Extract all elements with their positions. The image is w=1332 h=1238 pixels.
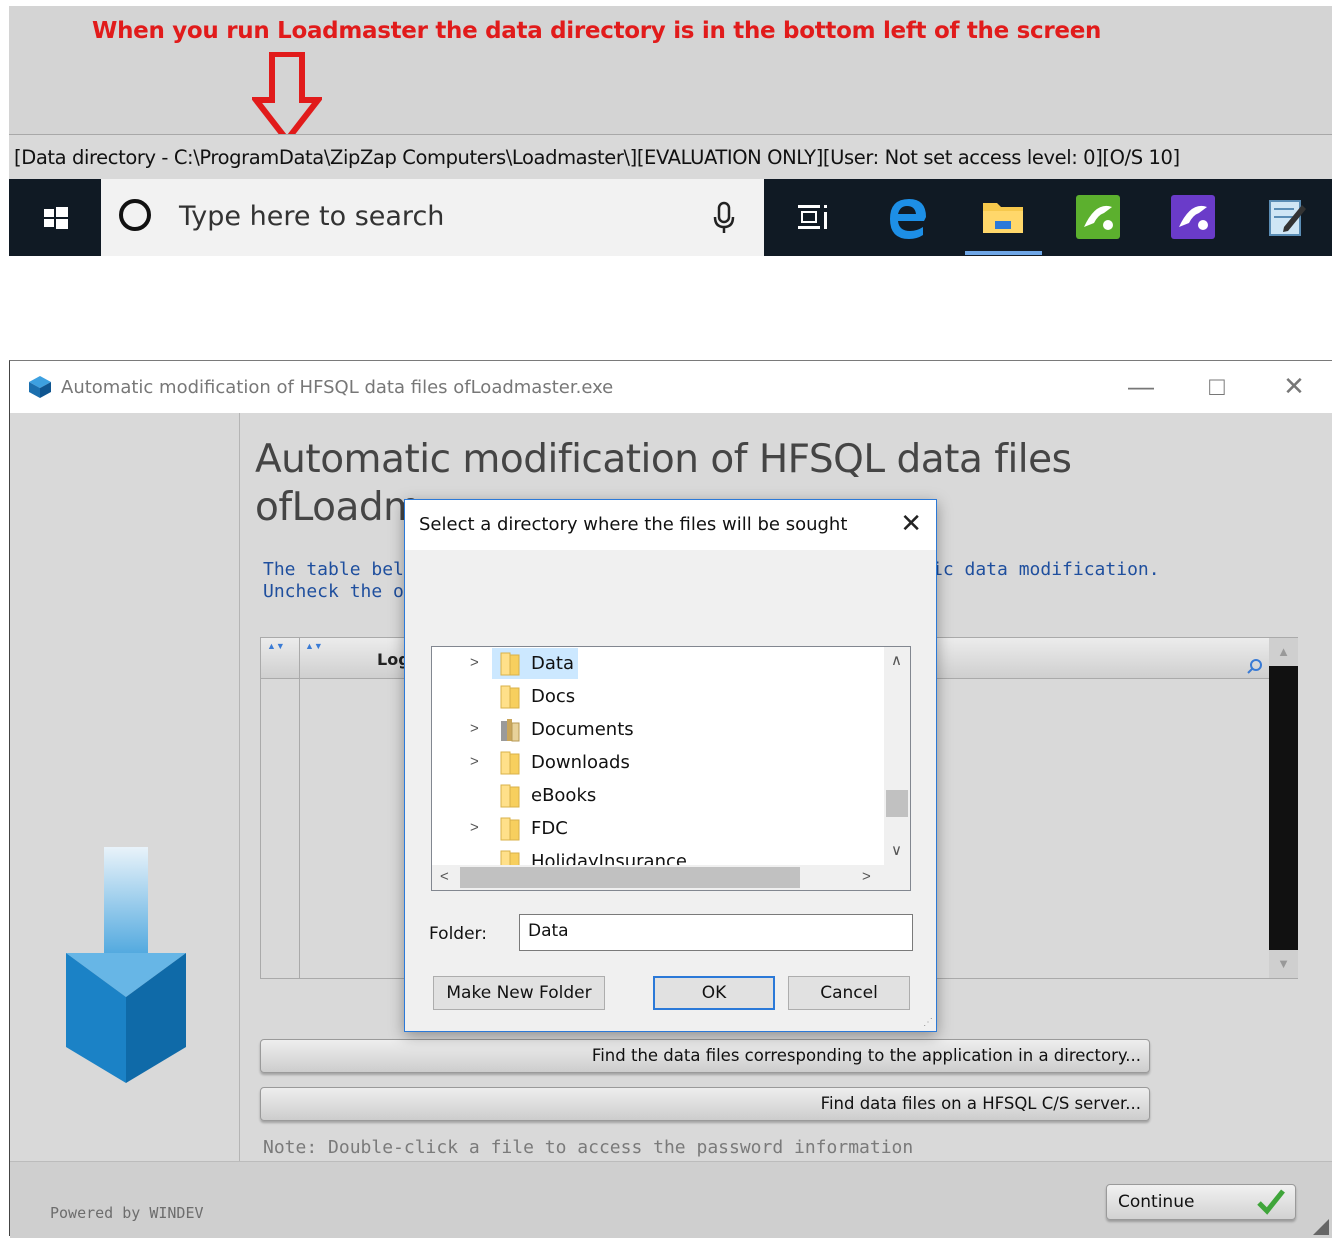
annotation-text: When you run Loadmaster the data directo…: [92, 18, 1102, 44]
checkmark-icon: [1257, 1189, 1285, 1215]
chevron-right-icon[interactable]: >: [470, 753, 479, 770]
powered-by-label: Powered by WINDEV: [50, 1204, 204, 1222]
description-line-1-start: The table below: [263, 559, 426, 580]
chevron-right-icon[interactable]: >: [470, 720, 479, 737]
folder-input[interactable]: Data: [519, 914, 913, 951]
loadmaster-status-bar: [Data directory - C:\ProgramData\ZipZap …: [9, 134, 1332, 180]
tree-item-label: eBooks: [531, 785, 597, 806]
find-on-server-button[interactable]: Find data files on a HFSQL C/S server...: [260, 1087, 1150, 1121]
tree-item-ebooks[interactable]: eBooks: [432, 779, 882, 812]
description-line-2: Uncheck the or: [263, 581, 415, 602]
find-in-directory-button[interactable]: Find the data files corresponding to the…: [260, 1039, 1150, 1073]
description-text: The table below ic data modification. Unc…: [263, 559, 1160, 603]
dialog-title-bar: Select a directory where the files will …: [405, 500, 936, 550]
tree-item-label: FDC: [531, 818, 568, 839]
tree-item-documents[interactable]: > Documents: [432, 713, 882, 746]
tree-item-label: Data: [531, 653, 574, 674]
windows-start-icon: [44, 207, 68, 229]
scroll-up-icon[interactable]: ∧: [891, 651, 902, 669]
cortana-icon: [119, 199, 151, 231]
dialog-title: Select a directory where the files will …: [419, 514, 848, 535]
minimize-icon[interactable]: —: [1121, 371, 1161, 401]
active-app-indicator: [965, 251, 1042, 255]
taskbar-search-box[interactable]: Type here to search: [101, 179, 764, 256]
tree-horizontal-scrollbar[interactable]: < >: [432, 865, 910, 890]
search-placeholder: Type here to search: [179, 201, 445, 232]
dialog-close-icon[interactable]: ✕: [900, 508, 922, 539]
folder-tree[interactable]: > Data Docs > Documents > Downloads eBoo…: [431, 646, 911, 891]
tree-item-label: Documents: [531, 719, 634, 740]
red-arrow-icon: [252, 52, 322, 144]
folder-icon: [500, 751, 520, 775]
folder-field-label: Folder:: [429, 924, 487, 944]
download-cube-logo-icon: [66, 847, 186, 1083]
select-directory-dialog: Select a directory where the files will …: [404, 499, 937, 1032]
folder-icon: [500, 817, 520, 841]
tree-item-fdc[interactable]: > FDC: [432, 812, 882, 845]
start-button[interactable]: [9, 179, 101, 256]
edge-icon[interactable]: [884, 193, 932, 241]
folder-icon: [500, 784, 520, 808]
microphone-icon[interactable]: [713, 201, 735, 235]
heading-line-1: Automatic modification of HFSQL data fil…: [255, 437, 1072, 482]
scroll-left-icon[interactable]: <: [440, 868, 449, 885]
sort-arrow-icon[interactable]: ▲▼: [305, 641, 323, 651]
scroll-up-icon[interactable]: ▲: [1269, 638, 1298, 666]
windev-cube-icon: [29, 376, 51, 398]
scroll-down-icon[interactable]: ▼: [1269, 950, 1298, 978]
search-icon[interactable]: [1247, 658, 1263, 674]
close-icon[interactable]: ✕: [1274, 371, 1314, 401]
description-line-1-end: ic data modification.: [932, 559, 1160, 580]
scroll-thumb[interactable]: [886, 790, 908, 817]
app-green-icon[interactable]: [1074, 193, 1122, 241]
chevron-right-icon[interactable]: >: [470, 819, 479, 836]
window-title: Automatic modification of HFSQL data fil…: [61, 377, 614, 398]
window-footer: Powered by WINDEV Continue: [10, 1161, 1332, 1238]
task-view-icon[interactable]: [789, 193, 837, 241]
continue-button[interactable]: Continue: [1106, 1184, 1296, 1220]
scroll-thumb[interactable]: [460, 867, 800, 888]
tree-vertical-scrollbar[interactable]: ∧ ∨: [884, 647, 910, 865]
table-scrollbar[interactable]: ▲ ▼: [1269, 638, 1298, 978]
note-text: Note: Double-click a file to access the …: [263, 1137, 914, 1158]
checkbox-column: [261, 638, 300, 978]
folder-icon: [500, 652, 520, 676]
ok-button[interactable]: OK: [653, 976, 775, 1010]
tree-item-label: Downloads: [531, 752, 630, 773]
scroll-down-icon[interactable]: ∨: [891, 841, 902, 859]
left-pane: [10, 413, 240, 1163]
documents-library-icon: [501, 719, 520, 742]
maximize-icon[interactable]: □: [1197, 371, 1237, 401]
tree-item-label: Docs: [531, 686, 576, 707]
cancel-button[interactable]: Cancel: [788, 976, 910, 1010]
dialog-resize-grip-icon[interactable]: ⋰: [923, 1017, 933, 1028]
folder-icon: [500, 685, 520, 709]
file-explorer-icon[interactable]: [979, 193, 1027, 241]
window-title-bar: Automatic modification of HFSQL data fil…: [10, 361, 1332, 413]
resize-grip-icon[interactable]: [1313, 1219, 1329, 1235]
windows-taskbar: Type here to search: [9, 179, 1332, 256]
make-new-folder-button[interactable]: Make New Folder: [433, 976, 605, 1010]
tree-item-downloads[interactable]: > Downloads: [432, 746, 882, 779]
tree-item-data[interactable]: > Data: [432, 647, 882, 680]
data-directory-status: [Data directory - C:\ProgramData\ZipZap …: [14, 146, 1180, 169]
chevron-right-icon[interactable]: >: [470, 654, 479, 671]
continue-label: Continue: [1118, 1192, 1195, 1212]
notepad-pen-icon[interactable]: [1262, 193, 1310, 241]
scroll-right-icon[interactable]: >: [862, 868, 871, 885]
tree-item-docs[interactable]: Docs: [432, 680, 882, 713]
app-purple-icon[interactable]: [1169, 193, 1217, 241]
